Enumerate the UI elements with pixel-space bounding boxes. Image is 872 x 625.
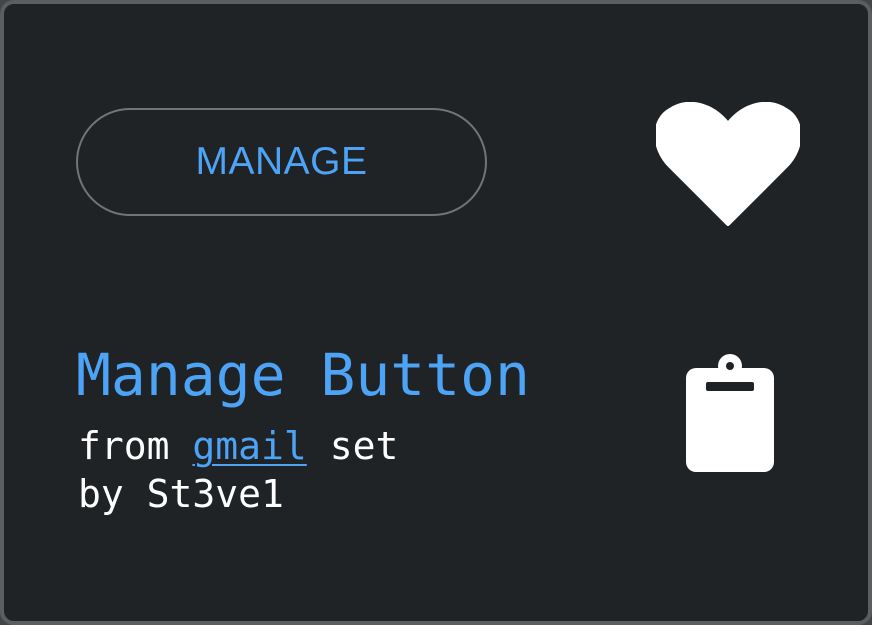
by-label: by bbox=[78, 472, 124, 516]
set-link[interactable]: gmail bbox=[192, 424, 306, 468]
component-card: MANAGE Manage Button from gmail set by S… bbox=[0, 0, 872, 625]
manage-button[interactable]: MANAGE bbox=[76, 108, 487, 216]
from-label: from bbox=[78, 424, 170, 468]
author-name: St3ve1 bbox=[146, 472, 284, 516]
component-meta: from gmail set by St3ve1 bbox=[78, 422, 398, 518]
clipboard-icon[interactable] bbox=[682, 352, 778, 476]
author-line: by St3ve1 bbox=[78, 470, 398, 518]
set-label: set bbox=[329, 424, 399, 468]
heart-icon[interactable] bbox=[656, 102, 800, 228]
set-line: from gmail set bbox=[78, 422, 398, 470]
component-title: Manage Button bbox=[76, 341, 530, 409]
